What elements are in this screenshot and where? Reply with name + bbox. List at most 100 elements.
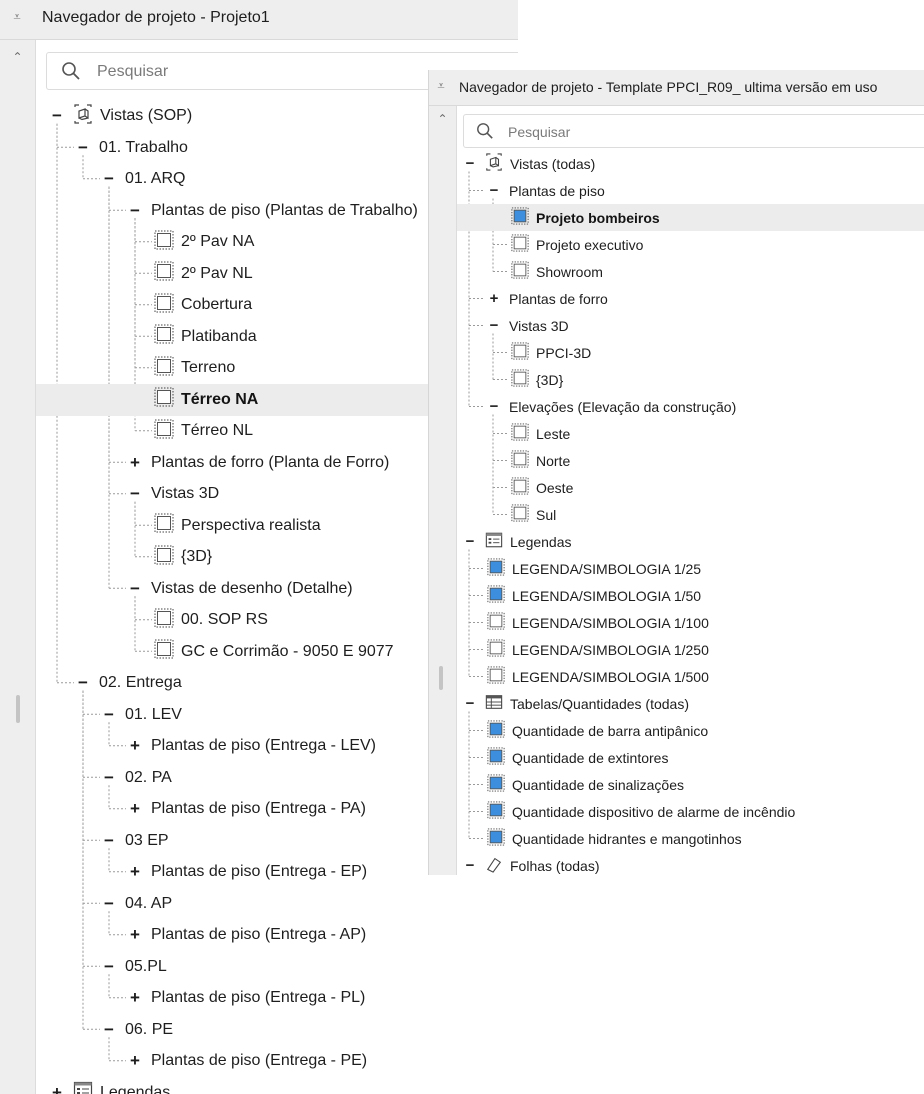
scroll-up-icon[interactable]: ⌃ bbox=[429, 112, 456, 126]
tree-item-leste[interactable]: Leste bbox=[457, 420, 924, 447]
search-input[interactable] bbox=[508, 121, 808, 143]
collapse-icon[interactable]: − bbox=[102, 894, 116, 914]
collapse-icon[interactable]: − bbox=[102, 831, 116, 851]
collapse-icon[interactable]: − bbox=[76, 673, 90, 693]
view-blue-icon bbox=[511, 207, 529, 225]
scrollbar-thumb[interactable] bbox=[16, 695, 20, 723]
tree-item-quantidade-dispositivo-de-alarme-de-incendio[interactable]: Quantidade dispositivo de alarme de incê… bbox=[457, 798, 924, 825]
expand-icon[interactable]: + bbox=[128, 862, 142, 882]
tree-item-label: Térreo NA bbox=[181, 390, 259, 408]
collapse-icon[interactable]: − bbox=[487, 398, 501, 415]
collapse-icon[interactable]: − bbox=[463, 695, 477, 712]
view-icon bbox=[154, 545, 174, 564]
view-icon bbox=[511, 234, 529, 252]
collapse-icon[interactable]: − bbox=[50, 106, 64, 126]
tree-item-vistas-3d[interactable]: − Vistas 3D bbox=[457, 312, 924, 339]
search-box[interactable] bbox=[463, 114, 924, 148]
collapse-icon[interactable]: − bbox=[487, 182, 501, 199]
tree-item-norte[interactable]: Norte bbox=[457, 447, 924, 474]
tree-item-06-pe[interactable]: −06. PE bbox=[36, 1014, 518, 1046]
tree-item-vistas-todas[interactable]: − Vistas (todas) bbox=[457, 150, 924, 177]
tree-item-ppci-3d[interactable]: PPCI-3D bbox=[457, 339, 924, 366]
collapse-icon[interactable]: − bbox=[463, 857, 477, 874]
tree-item-quantidade-de-extintores[interactable]: Quantidade de extintores bbox=[457, 744, 924, 771]
view-icon bbox=[511, 504, 529, 522]
collapse-icon[interactable]: − bbox=[463, 533, 477, 550]
tree-item-05-pl[interactable]: −05.PL bbox=[36, 951, 518, 983]
collapse-icon[interactable]: − bbox=[487, 317, 501, 334]
tree-item-label: Plantas de piso bbox=[509, 182, 605, 199]
expand-icon[interactable]: + bbox=[128, 453, 142, 473]
collapse-icon[interactable]: − bbox=[102, 1020, 116, 1040]
tree-item-legenda-simbologia-1-500[interactable]: LEGENDA/SIMBOLOGIA 1/500 bbox=[457, 663, 924, 690]
collapse-icon[interactable]: − bbox=[102, 957, 116, 977]
tree-item-plantas-de-piso-entrega-pl[interactable]: + Plantas de piso (Entrega - PL) bbox=[36, 982, 518, 1014]
collapse-icon[interactable]: − bbox=[102, 705, 116, 725]
tree-item-label: Plantas de piso (Entrega - LEV) bbox=[151, 737, 377, 754]
tree-item-label: Leste bbox=[536, 425, 571, 442]
expand-icon[interactable]: + bbox=[128, 736, 142, 756]
tree-item-legenda-simbologia-1-100[interactable]: LEGENDA/SIMBOLOGIA 1/100 bbox=[457, 609, 924, 636]
collapse-icon[interactable]: − bbox=[76, 138, 90, 158]
tree-item-plantas-de-forro[interactable]: + Plantas de forro bbox=[457, 285, 924, 312]
tree-item-folhas-todas[interactable]: − Folhas (todas) bbox=[457, 852, 924, 875]
expand-icon[interactable]: + bbox=[128, 799, 142, 819]
tree-item-legenda-simbologia-1-50[interactable]: LEGENDA/SIMBOLOGIA 1/50 bbox=[457, 582, 924, 609]
tree-item-plantas-de-piso[interactable]: − Plantas de piso bbox=[457, 177, 924, 204]
scrollbar-thumb[interactable] bbox=[439, 666, 443, 690]
tree-item-sul[interactable]: Sul bbox=[457, 501, 924, 528]
vertical-scrollbar[interactable]: ⌃ bbox=[429, 106, 457, 875]
menu-icon[interactable]: ⩡ bbox=[432, 79, 450, 94]
collapse-icon[interactable]: − bbox=[128, 579, 142, 599]
view-icon bbox=[487, 612, 505, 630]
collapse-icon[interactable]: − bbox=[128, 201, 142, 221]
expand-icon[interactable]: + bbox=[128, 1051, 142, 1071]
scroll-up-icon[interactable]: ⌃ bbox=[0, 50, 35, 64]
tree-item-legendas[interactable]: + Legendas bbox=[36, 1077, 518, 1094]
tree-item-label: Folhas (todas) bbox=[510, 857, 600, 874]
tree-item-showroom[interactable]: Showroom bbox=[457, 258, 924, 285]
tree-item-legendas[interactable]: − Legendas bbox=[457, 528, 924, 555]
view-blue-icon bbox=[487, 774, 505, 792]
tree-item-quantidade-de-barra-antipanico[interactable]: Quantidade de barra antipânico bbox=[457, 717, 924, 744]
tree-item-plantas-de-piso-entrega-ap[interactable]: + Plantas de piso (Entrega - AP) bbox=[36, 919, 518, 951]
panel-title: Navegador de projeto - Template PPCI_R09… bbox=[459, 79, 878, 95]
tree-item-legenda-simbologia-1-25[interactable]: LEGENDA/SIMBOLOGIA 1/25 bbox=[457, 555, 924, 582]
tree-item-plantas-de-piso-entrega-pe[interactable]: + Plantas de piso (Entrega - PE) bbox=[36, 1045, 518, 1077]
tree-item-label: Legendas bbox=[100, 1083, 171, 1094]
tree-item-label: LEGENDA/SIMBOLOGIA 1/500 bbox=[512, 668, 709, 685]
tree-item-label: 06. PE bbox=[125, 1020, 174, 1038]
collapse-icon[interactable]: − bbox=[102, 169, 116, 189]
title-bar[interactable]: ⩡ Navegador de projeto - Projeto1 bbox=[0, 0, 518, 40]
search-input[interactable] bbox=[97, 60, 397, 84]
vertical-scrollbar[interactable]: ⌃ bbox=[0, 40, 36, 1094]
expand-icon[interactable]: + bbox=[128, 988, 142, 1008]
tree-item-tabelas-quantidades-todas[interactable]: − Tabelas/Quantidades (todas) bbox=[457, 690, 924, 717]
tree-item-projeto-executivo[interactable]: Projeto executivo bbox=[457, 231, 924, 258]
tree-item-04-ap[interactable]: −04. AP bbox=[36, 888, 518, 920]
tree-item-label: Tabelas/Quantidades (todas) bbox=[510, 695, 689, 712]
collapse-icon[interactable]: − bbox=[128, 484, 142, 504]
expand-icon[interactable]: + bbox=[128, 925, 142, 945]
tree-item-projeto-bombeiros[interactable]: Projeto bombeiros bbox=[457, 204, 924, 231]
menu-icon[interactable]: ⩡ bbox=[8, 10, 26, 25]
tree-item-label: 01. ARQ bbox=[125, 170, 186, 187]
tree-item-quantidade-hidrantes-e-mangotinhos[interactable]: Quantidade hidrantes e mangotinhos bbox=[457, 825, 924, 852]
tree-item-label: LEGENDA/SIMBOLOGIA 1/250 bbox=[512, 641, 709, 658]
view-icon bbox=[511, 450, 529, 468]
tree-item-label: Térreo NL bbox=[181, 422, 254, 439]
collapse-icon[interactable]: − bbox=[102, 768, 116, 788]
view-blue-icon bbox=[487, 585, 505, 603]
title-bar[interactable]: ⩡ Navegador de projeto - Template PPCI_R… bbox=[429, 70, 924, 106]
tree-item-label: 02. PA bbox=[125, 768, 172, 786]
tree-item-3d[interactable]: {3D} bbox=[457, 366, 924, 393]
tree-item-quantidade-de-sinalizacoes[interactable]: Quantidade de sinalizações bbox=[457, 771, 924, 798]
tree-item-oeste[interactable]: Oeste bbox=[457, 474, 924, 501]
collapse-icon[interactable]: − bbox=[463, 155, 477, 172]
tree-item-elevacoes-elevacao-da-construcao[interactable]: − Elevações (Elevação da construção) bbox=[457, 393, 924, 420]
tree-item-legenda-simbologia-1-250[interactable]: LEGENDA/SIMBOLOGIA 1/250 bbox=[457, 636, 924, 663]
view-icon bbox=[511, 261, 529, 279]
expand-icon[interactable]: + bbox=[50, 1083, 64, 1094]
expand-icon[interactable]: + bbox=[487, 290, 501, 307]
tree-item-label: Plantas de piso (Entrega - EP) bbox=[151, 863, 368, 880]
